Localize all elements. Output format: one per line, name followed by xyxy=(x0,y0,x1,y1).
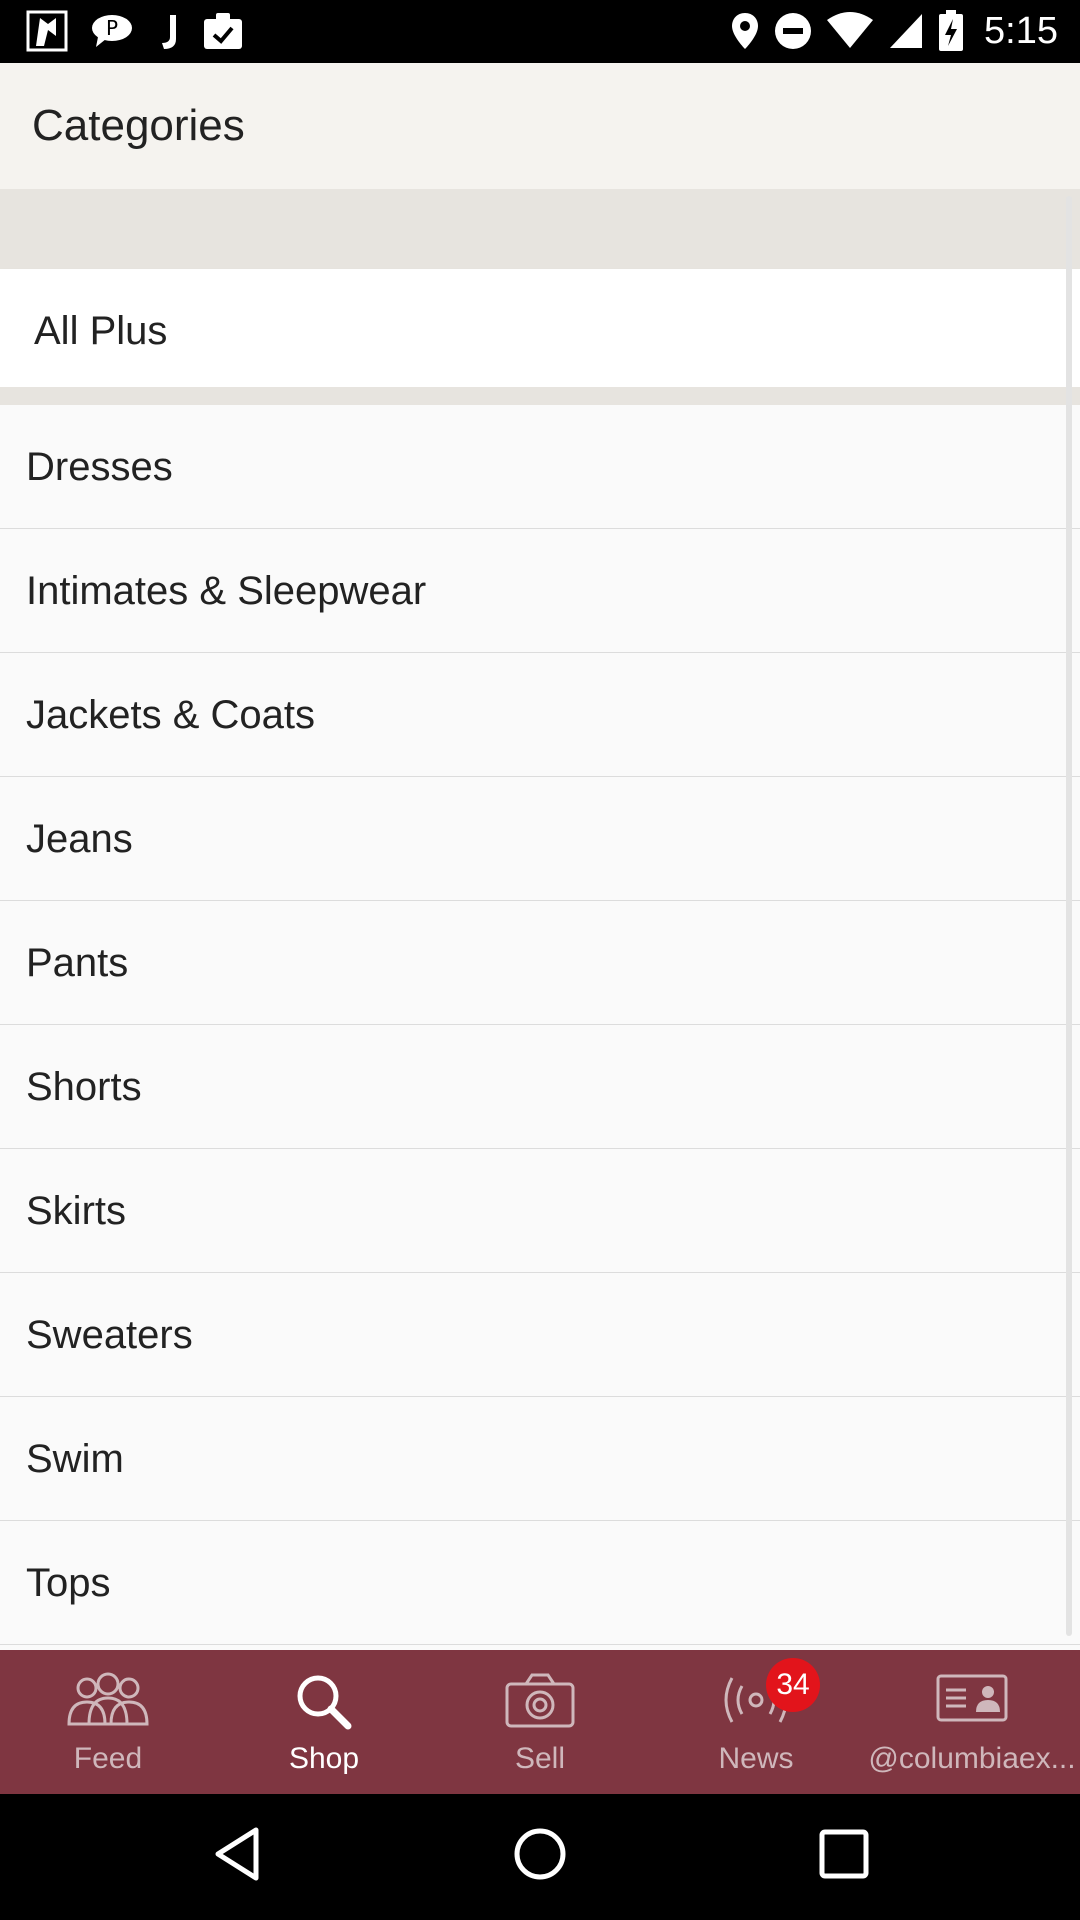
clipboard-check-icon xyxy=(204,13,242,49)
category-item-sweaters[interactable]: Sweaters xyxy=(0,1273,1080,1397)
system-status-icons: 5:15 xyxy=(730,10,1058,52)
category-label: Pants xyxy=(26,941,129,985)
recents-icon[interactable] xyxy=(818,1826,870,1882)
news-badge: 34 xyxy=(766,1658,820,1712)
category-item-swim[interactable]: Swim xyxy=(0,1397,1080,1521)
scrollbar[interactable] xyxy=(1066,196,1072,1636)
category-label: Intimates & Sleepwear xyxy=(26,569,427,613)
bottom-nav: Feed Shop Sell 34 News @columbiaex... xyxy=(0,1650,1080,1794)
nav-profile-label: @columbiaex... xyxy=(868,1742,1076,1775)
category-item-skirts[interactable]: Skirts xyxy=(0,1149,1080,1273)
battery-charging-icon xyxy=(939,10,964,51)
notification-icons: P xyxy=(26,10,244,52)
category-label: Skirts xyxy=(26,1189,126,1233)
wifi-icon xyxy=(827,12,874,48)
category-item-shorts[interactable]: Shorts xyxy=(0,1025,1080,1149)
nav-feed[interactable]: Feed xyxy=(0,1650,216,1794)
filter-band xyxy=(0,189,1080,269)
profile-card-icon xyxy=(936,1674,1008,1722)
all-plus-item[interactable]: All Plus xyxy=(0,269,1080,387)
clock-time: 5:15 xyxy=(984,9,1058,52)
signal-icon xyxy=(890,14,923,48)
nav-shop-label: Shop xyxy=(288,1742,360,1775)
app-bar: Categories xyxy=(0,63,1080,189)
svg-text:P: P xyxy=(106,16,118,40)
category-item-intimates-sleepwear[interactable]: Intimates & Sleepwear xyxy=(0,529,1080,653)
all-plus-label: All Plus xyxy=(34,309,168,353)
nav-feed-label: Feed xyxy=(73,1742,143,1775)
camera-icon xyxy=(505,1673,575,1728)
app-notification-icon xyxy=(26,10,68,52)
system-navigation-bar xyxy=(0,1794,1080,1920)
nav-news[interactable]: 34 News xyxy=(648,1650,864,1794)
back-icon[interactable] xyxy=(212,1826,262,1882)
category-label: Sweaters xyxy=(26,1313,193,1357)
page-title: Categories xyxy=(32,101,245,150)
category-item-pants[interactable]: Pants xyxy=(0,901,1080,1025)
category-item-tops[interactable]: Tops xyxy=(0,1521,1080,1645)
status-bar: P 5:15 xyxy=(0,0,1080,63)
category-label: Jackets & Coats xyxy=(26,693,316,737)
category-label: Swim xyxy=(26,1437,124,1481)
home-icon[interactable] xyxy=(512,1826,568,1882)
section-separator xyxy=(0,387,1080,405)
chat-notification-icon: P xyxy=(92,15,132,47)
category-list[interactable]: Dresses Intimates & Sleepwear Jackets & … xyxy=(0,405,1080,1650)
category-item-jackets-coats[interactable]: Jackets & Coats xyxy=(0,653,1080,777)
search-icon xyxy=(297,1675,352,1730)
nav-sell[interactable]: Sell xyxy=(432,1650,648,1794)
do-not-disturb-icon xyxy=(775,13,812,49)
nav-profile[interactable]: @columbiaex... xyxy=(864,1650,1080,1794)
location-icon xyxy=(732,13,759,49)
nav-shop[interactable]: Shop xyxy=(216,1650,432,1794)
people-icon xyxy=(67,1672,149,1726)
category-label: Dresses xyxy=(26,445,173,489)
category-label: Tops xyxy=(26,1561,111,1605)
category-item-dresses[interactable]: Dresses xyxy=(0,405,1080,529)
nav-news-label: News xyxy=(718,1742,794,1775)
category-label: Jeans xyxy=(26,817,133,861)
category-item-jeans[interactable]: Jeans xyxy=(0,777,1080,901)
nav-sell-label: Sell xyxy=(514,1742,566,1775)
j-notification-icon xyxy=(162,15,176,49)
category-label: Shorts xyxy=(26,1065,142,1109)
